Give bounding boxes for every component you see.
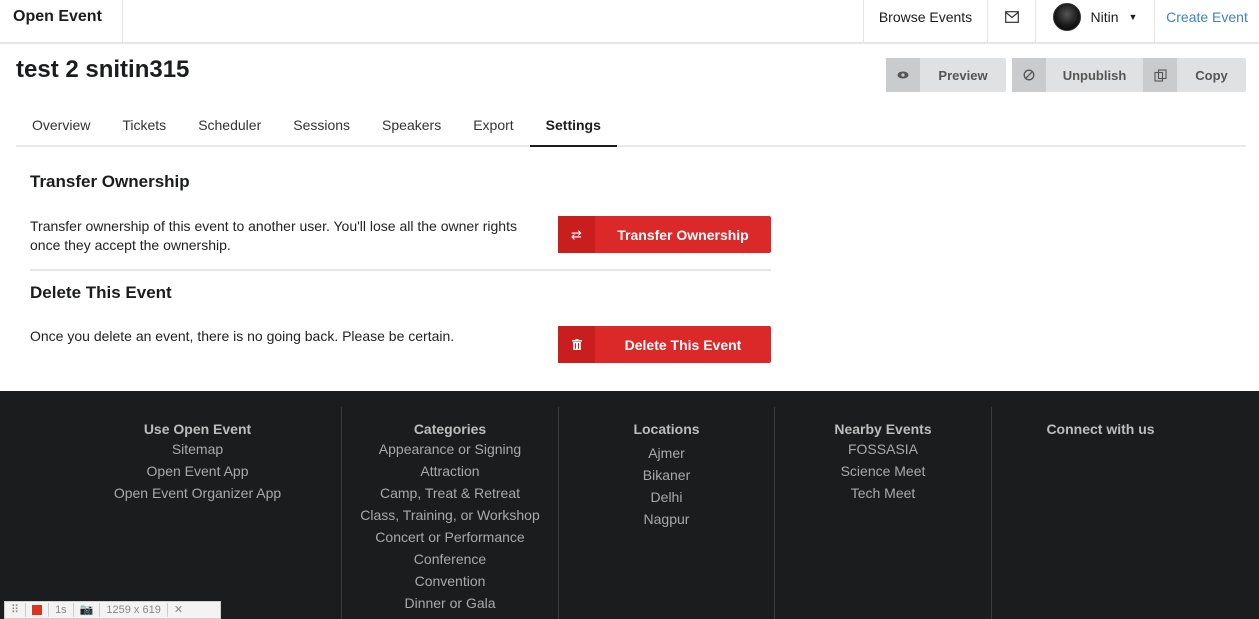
tab-export[interactable]: Export (457, 106, 529, 147)
delete-event-label: Delete This Event (624, 336, 742, 353)
navbar-right: Browse Events Nitin ▼ Create Event (863, 0, 1259, 44)
tab-speakers[interactable]: Speakers (366, 106, 457, 147)
avatar (1052, 3, 1081, 31)
footer-heading: Nearby Events (834, 421, 932, 437)
footer-link[interactable]: Nagpur (559, 508, 774, 530)
user-name: Nitin (1090, 8, 1119, 25)
preview-button[interactable]: Preview (886, 58, 1006, 92)
footer-link[interactable]: Appearance or Signing (342, 438, 558, 460)
footer-heading: Locations (633, 421, 700, 437)
footer-col-connect: Connect with us (992, 407, 1209, 619)
screenshot-toolbar: ⠿ 1s 📷 1259 x 619 ✕ (4, 601, 221, 619)
transfer-ownership-text: Transfer ownership of this event to anot… (30, 218, 517, 253)
footer-link[interactable]: Camp, Treat & Retreat (342, 482, 558, 504)
page-title: test 2 snitin315 (16, 56, 190, 83)
copy-icon (1143, 58, 1177, 92)
close-icon[interactable]: ✕ (168, 603, 189, 617)
footer-link[interactable]: Class, Training, or Workshop (342, 504, 558, 526)
tab-scheduler[interactable]: Scheduler (182, 106, 277, 147)
record-icon (32, 605, 43, 615)
top-navbar: Open Event Browse Events Nitin ▼ Create … (0, 0, 1259, 44)
notifications-button[interactable] (987, 0, 1035, 44)
user-menu-dropdown[interactable]: Nitin ▼ (1035, 0, 1154, 44)
footer-link[interactable]: Open Event App (54, 460, 341, 482)
delete-event-heading: Delete This Event (30, 283, 172, 302)
tab-tickets[interactable]: Tickets (106, 106, 182, 147)
create-event-link[interactable]: Create Event (1154, 0, 1259, 44)
footer-link[interactable]: Convention (342, 570, 558, 592)
copy-button[interactable]: Copy (1177, 58, 1246, 92)
footer-link[interactable]: Dinner or Gala (342, 592, 558, 614)
section-divider (30, 269, 771, 271)
size-label: 1259 x 619 (100, 603, 168, 617)
browse-events-link[interactable]: Browse Events (863, 0, 987, 44)
mail-icon (1004, 11, 1019, 23)
footer-heading: Use Open Event (143, 421, 252, 437)
transfer-ownership-label: Transfer Ownership (617, 226, 749, 243)
unpublish-button[interactable]: Unpublish (1046, 58, 1143, 92)
footer-link[interactable]: Delhi (559, 486, 774, 508)
footer-link[interactable]: Tech Meet (775, 482, 991, 504)
footer-col-locations: Locations Ajmer Bikaner Delhi Nagpur (559, 407, 775, 619)
caret-down-icon: ▼ (1128, 11, 1138, 22)
timer-label: 1s (49, 603, 74, 617)
footer-link[interactable]: Open Event Organizer App (54, 482, 341, 504)
footer: Use Open Event Sitemap Open Event App Op… (0, 391, 1259, 619)
delete-event-button[interactable]: Delete This Event (558, 326, 771, 363)
ban-icon (1012, 58, 1046, 92)
drag-handle-icon[interactable]: ⠿ (5, 603, 27, 617)
footer-link[interactable]: Concert or Performance (342, 526, 558, 548)
delete-event-text: Once you delete an event, there is no go… (30, 328, 455, 344)
camera-icon[interactable]: 📷 (74, 603, 101, 617)
record-button[interactable] (26, 603, 50, 617)
unpublish-copy-group: Unpublish Copy (1012, 58, 1246, 92)
footer-col-categories: Categories Appearance or Signing Attract… (342, 407, 559, 619)
transfer-ownership-heading: Transfer Ownership (30, 172, 190, 191)
preview-label: Preview (938, 67, 988, 83)
footer-link[interactable]: Sitemap (54, 438, 341, 460)
tab-overview[interactable]: Overview (16, 106, 106, 147)
footer-col-nearby: Nearby Events FOSSASIA Science Meet Tech… (775, 407, 992, 619)
brand-logo[interactable]: Open Event (0, 0, 123, 44)
trash-icon (558, 326, 595, 363)
tab-sessions[interactable]: Sessions (277, 106, 366, 147)
transfer-ownership-button[interactable]: ⇄ Transfer Ownership (558, 216, 771, 253)
event-tabs: Overview Tickets Scheduler Sessions Spea… (16, 106, 1246, 147)
footer-link[interactable]: Science Meet (775, 460, 991, 482)
exchange-icon: ⇄ (558, 216, 595, 253)
footer-link[interactable]: FOSSASIA (775, 438, 991, 460)
footer-col-use: Use Open Event Sitemap Open Event App Op… (54, 407, 342, 619)
eye-icon (886, 58, 920, 92)
footer-link[interactable]: Bikaner (559, 464, 774, 486)
footer-link[interactable]: Conference (342, 548, 558, 570)
footer-heading: Categories (413, 421, 487, 437)
footer-heading: Connect with us (1046, 421, 1155, 437)
footer-link[interactable]: Ajmer (559, 442, 774, 464)
footer-link[interactable]: Attraction (342, 460, 558, 482)
tab-settings[interactable]: Settings (529, 106, 617, 147)
